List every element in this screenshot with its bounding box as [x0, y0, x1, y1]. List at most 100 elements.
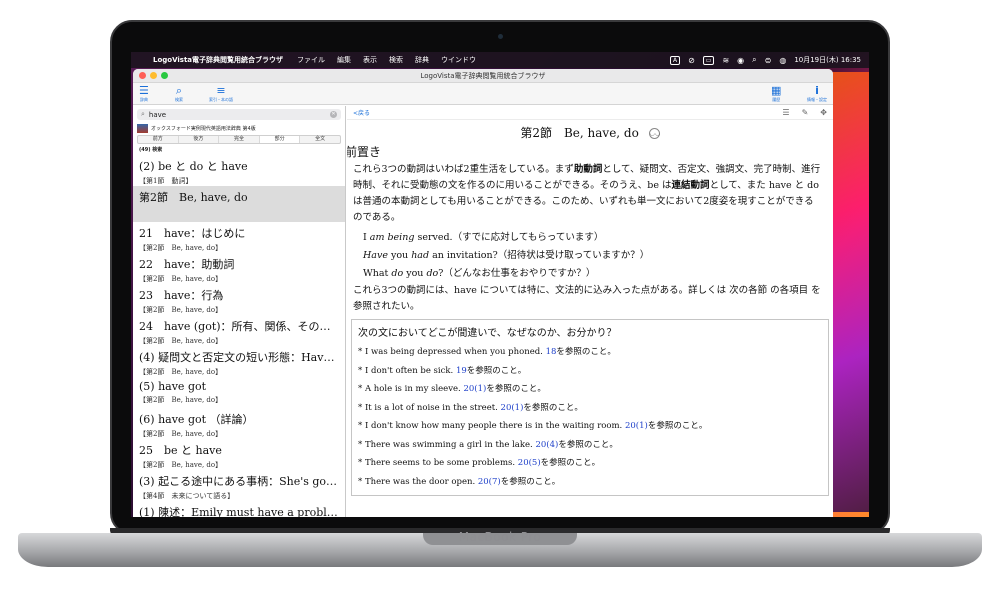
- list-item-title: 第2節 Be, have, do: [139, 191, 248, 204]
- clock[interactable]: 10月19日(木) 16:35: [794, 55, 861, 65]
- quiz-tail: を参照のこと。: [466, 365, 527, 376]
- siri-icon[interactable]: ◍: [779, 56, 786, 65]
- subheading: 前置き: [347, 145, 382, 159]
- app-window: LogoVista電子辞典閲覧用統合ブラウザ ☰ 辞典 ⌕ 検索 ≡ 索引・本の…: [133, 69, 833, 517]
- search-field[interactable]: ⌕ have ✕: [137, 109, 341, 120]
- mode-prefix[interactable]: 前方: [138, 136, 179, 143]
- search-icon[interactable]: ⌕: [752, 55, 756, 65]
- list-item[interactable]: 24 have (got)：所有、関係、その他の… 【第2節 Be, have,…: [133, 315, 345, 346]
- para-bold-term: 連結動詞: [671, 180, 710, 191]
- cross-reference-link[interactable]: 20(1): [625, 421, 648, 431]
- quiz-tail: を参照のこと。: [523, 402, 583, 413]
- cross-reference-link[interactable]: 18: [546, 347, 557, 357]
- list-item[interactable]: (4) 疑問文と否定文の短い形態：Have y… 【第2節 Be, have, …: [133, 346, 345, 377]
- menu-app-name[interactable]: LogoVista電子辞典閲覧用統合ブラウザ: [153, 55, 283, 65]
- quiz-tail: を参照のこと。: [558, 439, 618, 450]
- mode-suffix[interactable]: 後方: [179, 136, 220, 143]
- menu-window[interactable]: ウインドウ: [441, 55, 476, 65]
- quiz-line: * There was swimming a girl in the lake.…: [358, 436, 822, 455]
- window-title: LogoVista電子辞典閲覧用統合ブラウザ: [420, 71, 546, 80]
- search-mode-segment: 前方 後方 完全 部分 全文: [137, 135, 341, 144]
- mode-fulltext[interactable]: 全文: [300, 136, 340, 143]
- list-item-sub: 【第2節 Be, have, do】: [139, 396, 223, 404]
- input-source-icon[interactable]: A: [669, 55, 681, 65]
- quiz-sentence: * There was swimming a girl in the lake.: [358, 439, 536, 450]
- search-button-label: 検索: [175, 97, 183, 102]
- menu-dictionary[interactable]: 辞典: [415, 55, 429, 65]
- dictionary-name: オックスフォード実例現代英語用法辞典 第4版: [151, 126, 256, 132]
- quiz-heading: 次の文においてどこが間違いで、なぜなのか、お分かり？: [358, 328, 617, 339]
- list-item-title: 23 have：行為: [139, 289, 224, 302]
- quiz-tail: を参照のこと。: [540, 458, 601, 468]
- cross-reference-link[interactable]: 20(5): [518, 458, 541, 468]
- example-emphasis: do: [391, 268, 404, 279]
- result-list: (2) be と do と have 【第1節 動詞】 第2節 Be, have…: [133, 155, 345, 517]
- list-item-sub: 【第2節 Be, have, do】: [139, 461, 223, 469]
- user-icon[interactable]: ◉: [737, 56, 744, 65]
- list-view-icon[interactable]: ☰: [782, 108, 789, 117]
- mute-icon[interactable]: ⊘: [688, 56, 695, 65]
- info-settings-button[interactable]: i 情報・設定: [807, 85, 827, 103]
- audio-icon[interactable]: ◡◡: [648, 128, 660, 139]
- cross-reference-link[interactable]: 19: [456, 366, 467, 376]
- index-button[interactable]: ≡ 索引・本の語: [209, 85, 233, 103]
- cross-reference-link[interactable]: 20(4): [535, 440, 558, 450]
- quiz-line: * There was the door open. 20(7)を参照のこと。: [358, 473, 822, 492]
- menu-edit[interactable]: 編集: [337, 55, 351, 65]
- para-text: これら3つの動詞はいわば2重生活をしている。まず: [353, 164, 574, 175]
- dictionary-button[interactable]: ☰ 辞典: [139, 85, 149, 103]
- mode-exact[interactable]: 完全: [219, 136, 260, 143]
- control-center-icon[interactable]: ⊜: [765, 56, 772, 65]
- list-item-title: 22 have：助動詞: [139, 258, 235, 271]
- list-item[interactable]: (3) 起こる途中にある事柄：She's going t… 【第4節 未来につい…: [133, 470, 345, 501]
- list-item[interactable]: (6) have got （詳論） 【第2節 Be, have, do】: [133, 408, 345, 439]
- example-emphasis: Have: [363, 250, 388, 261]
- result-list-pane: ⌕ have ✕ オックスフォード実例現代英語用法辞典 第4版 前方 後方 完全…: [133, 106, 346, 517]
- section-title-row: 第2節 Be, have, do ◡◡: [347, 124, 833, 141]
- quiz-sentence: * A hole is in my sleeve.: [358, 384, 464, 394]
- example-emphasis: am being: [369, 232, 415, 243]
- list-item[interactable]: (2) be と do と have 【第1節 動詞】: [133, 155, 345, 186]
- list-item-title: 25 be と have: [139, 444, 222, 457]
- result-count: (49) 検索: [139, 147, 163, 153]
- list-item[interactable]: (1) 陳述：Emily must have a problem.: [133, 501, 345, 517]
- example-text: I: [363, 232, 370, 243]
- entry-content-pane: <戻る ☰ ✎ ✥ 第2節 Be, have, do ◡◡ 前置き これら3つの…: [347, 106, 833, 517]
- example-sentence: Have you had an invitation?（招待状は受け取っています…: [347, 247, 833, 265]
- list-item-title: (6) have got （詳論）: [139, 413, 254, 426]
- clear-search-icon[interactable]: ✕: [330, 111, 337, 118]
- list-item[interactable]: 23 have：行為 【第2節 Be, have, do】: [133, 284, 345, 315]
- dictionary-icon: ☰: [139, 84, 149, 97]
- magnifier-icon: ⌕: [141, 110, 145, 118]
- cross-reference-link[interactable]: 20(1): [501, 403, 524, 413]
- info-icon: i: [815, 84, 819, 97]
- quiz-tail: を参照のこと。: [647, 421, 708, 431]
- mode-partial[interactable]: 部分: [259, 136, 301, 143]
- list-item[interactable]: 25 be と have 【第2節 Be, have, do】: [133, 439, 345, 470]
- search-input[interactable]: have: [149, 111, 330, 119]
- example-sentence: What do you do?（どんなお仕事をおやりですか？）: [347, 265, 833, 283]
- list-item[interactable]: (5) have got 【第2節 Be, have, do】: [133, 377, 345, 408]
- history-button[interactable]: ▦ 履歴: [771, 85, 781, 103]
- example-text: you: [403, 268, 427, 279]
- menu-file[interactable]: ファイル: [297, 55, 325, 65]
- menu-view[interactable]: 表示: [363, 55, 377, 65]
- back-button[interactable]: <戻る: [353, 108, 370, 117]
- list-item-selected[interactable]: 第2節 Be, have, do: [133, 186, 345, 222]
- quiz-line: * It is a lot of noise in the street. 20…: [358, 399, 822, 418]
- edit-icon[interactable]: ✎: [802, 108, 809, 117]
- battery-icon[interactable]: ▭: [702, 55, 715, 65]
- cross-reference-link[interactable]: 20(7): [478, 477, 501, 487]
- quiz-tail: を参照のこと。: [556, 347, 616, 357]
- menu-search[interactable]: 検索: [389, 55, 403, 65]
- wifi-icon[interactable]: ≋: [722, 56, 729, 65]
- dictionary-selector[interactable]: オックスフォード実例現代英語用法辞典 第4版: [133, 123, 345, 134]
- cross-reference-link[interactable]: 20(1): [463, 384, 486, 394]
- list-item[interactable]: 22 have：助動詞 【第2節 Be, have, do】: [133, 253, 345, 284]
- list-item-sub: 【第2節 Be, have, do】: [139, 306, 223, 314]
- search-button[interactable]: ⌕ 検索: [175, 85, 183, 103]
- move-icon[interactable]: ✥: [820, 108, 827, 117]
- list-item-title: 21 have：はじめに: [139, 227, 246, 240]
- example-text: an invitation?（招待状は受け取っていますか？）: [429, 250, 650, 261]
- list-item[interactable]: 21 have：はじめに 【第2節 Be, have, do】: [133, 222, 345, 253]
